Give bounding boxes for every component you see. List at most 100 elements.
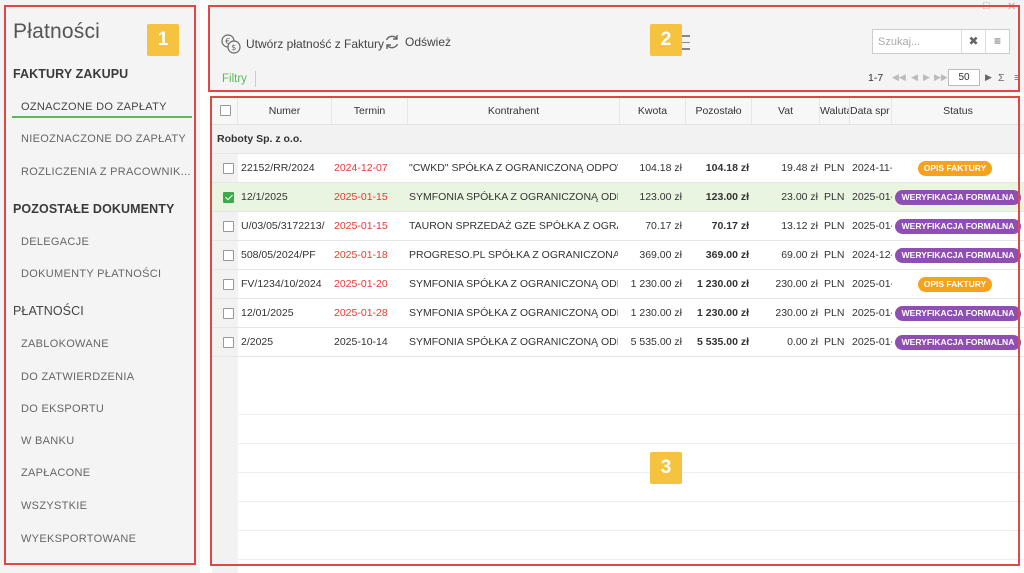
close-window-icon[interactable]: ✕ [1007,0,1016,13]
cell-waluta: PLN [824,336,845,348]
sidebar-item-rozliczenia-z-pracownikami[interactable]: ROZLICZENIA Z PRACOWNIK... [21,166,191,178]
sidebar-item-wyeksportowane[interactable]: WYEKSPORTOWANE [21,533,136,545]
sidebar-item-do-zatwierdzenia[interactable]: DO ZATWIERDZENIA [21,371,134,383]
table-row[interactable]: FV/1234/10/2024 2025-01-20 SYMFONIA SPÓŁKA… [212,270,1024,299]
status-badge: WERYFIKACJA FORMALNA [895,219,1021,234]
status-badge: WERYFIKACJA FORMALNA [895,306,1021,321]
sidebar: Płatności FAKTURY ZAKUPU OZNACZONE DO ZA… [0,0,200,573]
cell-numer: U/03/05/3172213/ [241,220,325,232]
empty-row [238,415,1024,444]
col-header-data-spr[interactable]: Data spr [850,97,892,125]
col-header-waluta[interactable]: Waluta [820,97,850,125]
cell-pozostalo: 1 230.00 zł [697,307,749,319]
status-badge: WERYFIKACJA FORMALNA [895,248,1021,263]
cell-pozostalo: 369.00 zł [705,249,749,261]
col-header-pozostalo[interactable]: Pozostało [686,97,752,125]
cell-kwota: 1 230.00 zł [630,307,682,319]
toolbar: – □ ✕ € $ Utwórz płatność z Faktury Odśw… [210,0,1024,93]
columns-menu-icon[interactable]: ≡ [1014,72,1020,84]
minimize-icon[interactable]: – [960,0,966,12]
table-row[interactable]: 2/2025 2025-10-14 SYMFONIA SPÓŁKA Z OGRANI… [212,328,1024,357]
row-checkbox[interactable] [223,163,234,174]
maximize-icon[interactable]: □ [983,0,990,12]
last-page-icon[interactable]: ▶▶ [934,72,948,83]
create-payment-button[interactable]: € $ Utwórz płatność z Faktury [220,33,384,55]
row-checkbox[interactable] [223,192,234,203]
go-icon[interactable]: ▶ [985,72,992,83]
table-row[interactable]: 22152/RR/2024 2024-12-07 "CWKD" SPÓŁKA Z O… [212,154,1024,183]
cell-waluta: PLN [824,249,845,261]
row-checkbox[interactable] [223,221,234,232]
sidebar-item-do-eksportu[interactable]: DO EKSPORTU [21,403,104,415]
section-faktury-zakupu[interactable]: FAKTURY ZAKUPU [13,67,128,81]
cell-vat: 69.00 zł [781,249,818,261]
empty-row [238,444,1024,473]
table-row[interactable]: 12/1/2025 2025-01-15 SYMFONIA SPÓŁKA Z OGR… [212,183,1024,212]
table-row[interactable]: 508/05/2024/PF 2025-01-18 PROGRESO.PL SPÓŁ… [212,241,1024,270]
table-row[interactable]: U/03/05/3172213/2025-01-15 TAURON SPRZEDA… [212,212,1024,241]
cell-numer: 2/2025 [241,336,274,348]
col-header-numer[interactable]: Numer [238,97,332,125]
cell-kwota: 70.17 zł [645,220,682,232]
col-header-termin[interactable]: Termin [332,97,408,125]
page-size-input[interactable]: 50 [948,69,980,86]
filters-button[interactable]: Filtry [222,73,247,85]
prev-page-icon[interactable]: ◀ [911,72,918,83]
sidebar-item-nieoznaczone-do-zaplaty[interactable]: NIEOZNACZONE DO ZAPŁATY [21,133,186,145]
sidebar-item-w-banku[interactable]: W BANKU [21,435,74,447]
grid-header: Numer Termin Kontrahent Kwota Pozostało … [212,97,1024,125]
cell-waluta: PLN [824,191,845,203]
cell-data-spr: 2025-01- [852,191,892,203]
col-header-kwota[interactable]: Kwota [620,97,686,125]
sidebar-item-wszystkie[interactable]: WSZYSTKIE [21,500,87,512]
cell-data-spr: 2025-01- [852,307,892,319]
cell-pozostalo: 1 230.00 zł [697,278,749,290]
cell-vat: 0.00 zł [787,336,818,348]
status-badge: OPIS FAKTURY [918,161,992,176]
section-platnosci[interactable]: PŁATNOŚCI [13,304,84,318]
cell-vat: 230.00 zł [775,278,818,290]
section-pozostale-dokumenty[interactable]: POZOSTAŁE DOKUMENTY [13,202,174,216]
svg-text:€: € [225,37,230,46]
select-all-checkbox[interactable] [220,105,231,116]
col-header-vat[interactable]: Vat [752,97,820,125]
sidebar-item-dokumenty-platnosci[interactable]: DOKUMENTY PŁATNOŚCI [21,268,161,280]
cell-pozostalo: 70.17 zł [711,220,749,232]
search-options-icon[interactable]: ≡ [985,30,1009,53]
first-page-icon[interactable]: ◀◀ [892,72,906,83]
sidebar-item-delegacje[interactable]: DELEGACJE [21,236,89,248]
sidebar-item-oznaczone-do-zaplaty[interactable]: OZNACZONE DO ZAPŁATY [21,101,167,113]
cell-data-spr: 2024-11- [852,162,892,174]
clear-search-icon[interactable]: ✖ [961,30,985,53]
coins-icon: € $ [221,34,241,54]
cell-numer: FV/1234/10/2024 [241,278,322,290]
cell-pozostalo: 5 535.00 zł [697,336,749,348]
row-checkbox[interactable] [223,337,234,348]
row-checkbox[interactable] [223,308,234,319]
cell-kontrahent: "CWKD" SPÓŁKA Z OGRANICZONĄ ODPOWIEDZIAL… [409,162,618,174]
col-header-status[interactable]: Status [892,97,1024,125]
payments-grid: Numer Termin Kontrahent Kwota Pozostało … [212,97,1024,573]
cell-numer: 508/05/2024/PF [241,249,316,261]
cell-waluta: PLN [824,307,845,319]
group-row[interactable]: Roboty Sp. z o.o. [212,125,1024,154]
row-checkbox[interactable] [223,250,234,261]
annotation-badge-2: 2 [650,24,682,56]
cell-vat: 230.00 zł [775,307,818,319]
table-row[interactable]: 12/01/2025 2025-01-28 SYMFONIA SPÓŁKA Z OG… [212,299,1024,328]
filters-separator [255,71,256,87]
active-item-indicator [12,116,192,118]
cell-termin: 2025-01-28 [334,307,388,319]
refresh-button[interactable]: Odśwież [383,33,451,51]
refresh-icon [385,35,399,49]
select-all-cell [212,97,238,125]
next-page-icon[interactable]: ▶ [923,72,930,83]
cell-kwota: 104.18 zł [639,162,682,174]
sidebar-item-zablokowane[interactable]: ZABLOKOWANE [21,338,109,350]
cell-termin: 2025-01-18 [334,249,388,261]
sum-icon[interactable]: Σ [998,72,1005,84]
row-checkbox[interactable] [223,279,234,290]
col-header-kontrahent[interactable]: Kontrahent [408,97,620,125]
search-input[interactable] [873,30,961,53]
sidebar-item-zaplacone[interactable]: ZAPŁACONE [21,467,90,479]
